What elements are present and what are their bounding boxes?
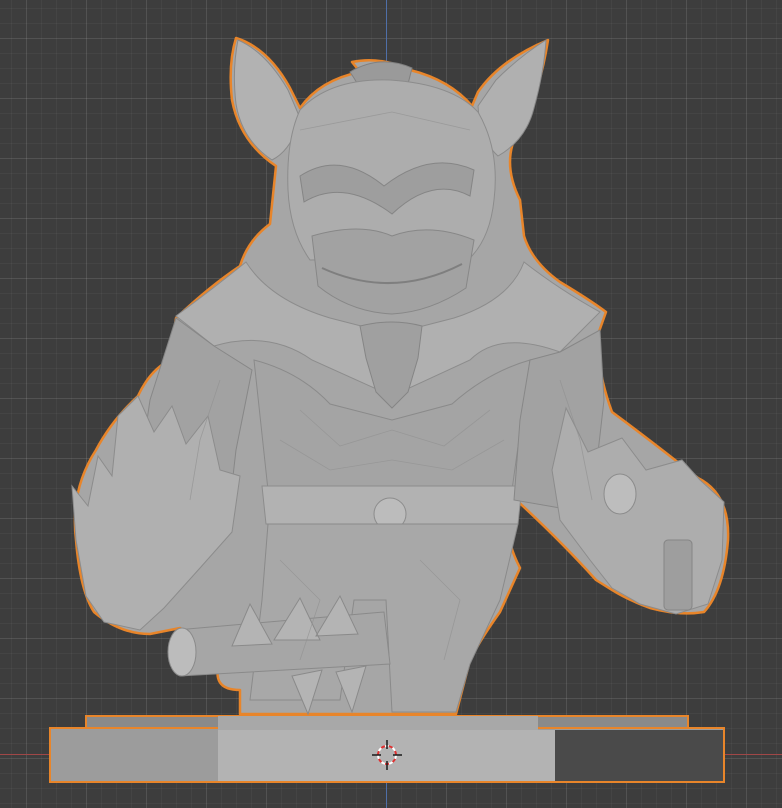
3d-viewport[interactable] — [0, 0, 782, 808]
selected-model[interactable] — [0, 0, 782, 808]
base-center-block — [218, 716, 538, 730]
3d-cursor-icon[interactable] — [372, 740, 402, 770]
base-dark-face — [555, 730, 723, 781]
right-fist-knob — [603, 473, 637, 515]
right-fist-grip — [663, 539, 693, 611]
figure-body[interactable] — [71, 36, 730, 716]
